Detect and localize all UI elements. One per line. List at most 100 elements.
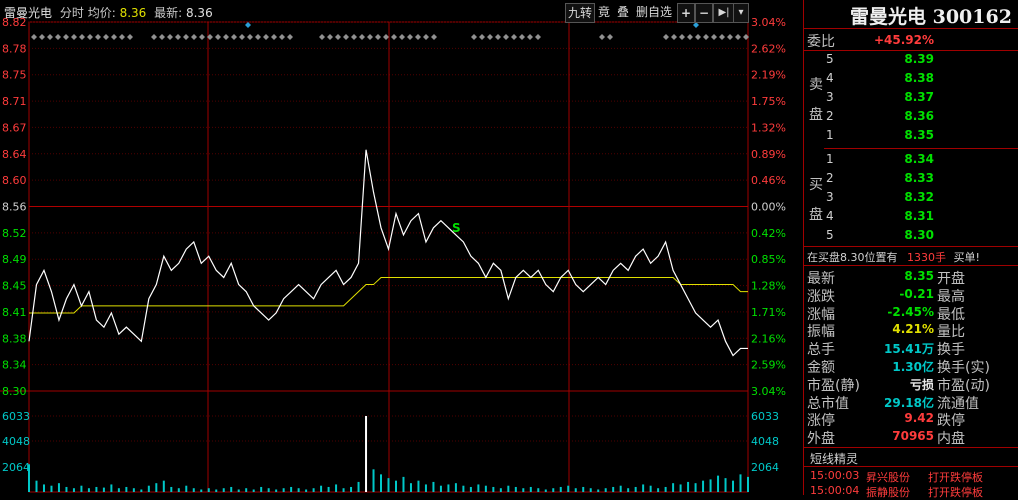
price-tick-label: 8.78 bbox=[2, 42, 27, 55]
intraday-chart-panel[interactable]: 8.82 3.04% 8.78 2.62% 8.75 2.19% 8.71 1.75% 8.67… bbox=[0, 0, 803, 495]
stat-label: 外盘 bbox=[807, 431, 835, 448]
delete-custom-label: 删自选 bbox=[636, 5, 673, 19]
signal-diamond-icon bbox=[375, 34, 381, 40]
price-tick-label: 8.45 bbox=[2, 280, 27, 293]
delete-custom-button[interactable]: 删自选 bbox=[636, 3, 672, 21]
sell-level-number: 4 bbox=[826, 71, 834, 85]
stat-value: 70965 bbox=[892, 429, 934, 444]
big-order-notice[interactable]: 在买盘8.30位置有 1330手 买单! bbox=[807, 249, 980, 265]
signal-diamond-icon bbox=[95, 34, 101, 40]
stat-value: -2.45% bbox=[887, 304, 934, 319]
signal-diamond-icon bbox=[423, 34, 429, 40]
signal-diamond-icon bbox=[471, 34, 477, 40]
chevron-down-icon: ▾ bbox=[738, 7, 744, 18]
menu-dropdown-button[interactable]: ▾ bbox=[733, 3, 749, 23]
pct-tick-label: 3.04% bbox=[751, 385, 786, 398]
signal-diamond-icon bbox=[607, 34, 613, 40]
zoom-out-button[interactable]: − bbox=[695, 3, 713, 23]
jing-button[interactable]: 竟 bbox=[598, 3, 610, 21]
pct-tick-label: 1.75% bbox=[751, 95, 786, 108]
signal-diamond-icon bbox=[31, 34, 37, 40]
sell-price: 8.35 bbox=[904, 128, 934, 142]
die-button[interactable]: 叠 bbox=[617, 3, 629, 21]
signal-diamond-icon bbox=[487, 34, 493, 40]
signal-diamond-icon bbox=[151, 34, 157, 40]
signal-diamond-icon bbox=[679, 34, 685, 40]
price-tick-label: 8.67 bbox=[2, 121, 27, 134]
sell-price: 8.38 bbox=[904, 71, 934, 85]
pct-tick-label: 0.46% bbox=[751, 174, 786, 187]
signal-diamond-icon bbox=[719, 34, 725, 40]
signal-diamond-icon bbox=[367, 34, 373, 40]
sell-level-number: 2 bbox=[826, 109, 834, 123]
jing-label: 竟 bbox=[598, 5, 611, 19]
signal-diamond-icon bbox=[103, 34, 109, 40]
signal-diamond-icon bbox=[535, 34, 541, 40]
signal-diamond-icon bbox=[63, 34, 69, 40]
signal-diamond-icon bbox=[599, 34, 605, 40]
signal-diamond-icon bbox=[711, 34, 717, 40]
jiuzhuan-button[interactable]: 九转 bbox=[565, 3, 596, 23]
volume-tick-label-right: 2064 bbox=[751, 461, 779, 474]
signal-diamond-icon bbox=[391, 34, 397, 40]
sell-price: 8.36 bbox=[904, 109, 934, 123]
sell-label-1: 卖 bbox=[809, 77, 823, 93]
buy-level-number: 3 bbox=[826, 190, 834, 204]
zoom-in-button[interactable]: + bbox=[677, 3, 695, 23]
volume-tick-label-right: 6033 bbox=[751, 410, 779, 423]
pct-tick-label: 0.89% bbox=[751, 148, 786, 161]
signal-diamond-icon bbox=[247, 34, 253, 40]
skip-end-button[interactable]: ▶| bbox=[713, 3, 735, 23]
signal-diamond-icon bbox=[87, 34, 93, 40]
price-tick-label: 8.49 bbox=[2, 253, 27, 266]
sell-price: 8.39 bbox=[904, 52, 934, 66]
header-avg-label: 均价: bbox=[87, 6, 116, 20]
signal-diamond-icon bbox=[407, 34, 413, 40]
signal-diamond-icon bbox=[239, 34, 245, 40]
short-line-title[interactable]: 短线精灵 bbox=[810, 450, 858, 467]
intraday-chart[interactable]: 8.82 3.04%8.78 2.62%8.75 2.19%8.71 1.75%8.67… bbox=[0, 0, 803, 495]
volume-tick-label-right: 4048 bbox=[751, 435, 779, 448]
volume-tick-label: 2064 bbox=[2, 461, 30, 474]
buy-level-number: 1 bbox=[826, 152, 834, 166]
price-tick-label: 8.52 bbox=[2, 227, 27, 240]
signal-diamond-icon bbox=[159, 34, 165, 40]
pct-tick-label: 1.28% bbox=[751, 280, 786, 293]
stat-label-right: 内盘 bbox=[937, 431, 965, 448]
stat-value: 8.35 bbox=[904, 269, 934, 283]
buy-level-number: 5 bbox=[826, 228, 834, 242]
signal-diamond-icon bbox=[175, 34, 181, 40]
signal-diamond-icon bbox=[383, 34, 389, 40]
short-line-time: 15:00:04 bbox=[810, 484, 860, 497]
pct-tick-label: 2.62% bbox=[751, 42, 786, 55]
pct-tick-label: 3.04% bbox=[751, 16, 786, 29]
notice-action: 买单! bbox=[953, 251, 980, 264]
buy-price: 8.30 bbox=[904, 228, 934, 242]
price-tick-label: 8.71 bbox=[2, 95, 27, 108]
signal-diamond-icon bbox=[183, 34, 189, 40]
pct-tick-label: 1.71% bbox=[751, 306, 786, 319]
short-line-stock[interactable]: 振静股份 bbox=[866, 484, 910, 500]
buy-price: 8.32 bbox=[904, 190, 934, 204]
stock-title: 雷曼光电 300162 bbox=[850, 6, 1012, 28]
pct-tick-label: 0.00% bbox=[751, 201, 786, 214]
signal-diamond-icon bbox=[255, 34, 261, 40]
sell-level-number: 3 bbox=[826, 90, 834, 104]
price-tick-label: 8.30 bbox=[2, 385, 27, 398]
signal-diamond-icon bbox=[271, 34, 277, 40]
buy-label-2: 盘 bbox=[809, 207, 823, 223]
weibi-value: +45.92% bbox=[873, 33, 934, 47]
header-stock-name: 雷曼光电 bbox=[4, 6, 53, 20]
price-tick-label: 8.41 bbox=[2, 306, 27, 319]
sell-label-2: 盘 bbox=[809, 107, 823, 123]
signal-diamond-icon bbox=[111, 34, 117, 40]
header-last-label: 最新: bbox=[154, 6, 183, 20]
signal-diamond-icon bbox=[215, 34, 221, 40]
signal-diamond-icon bbox=[343, 34, 349, 40]
signal-diamond-icon bbox=[735, 34, 741, 40]
pct-tick-label: 0.85% bbox=[751, 253, 786, 266]
price-tick-label: 8.64 bbox=[2, 148, 27, 161]
short-line-stock[interactable]: 昇兴股份 bbox=[866, 469, 910, 485]
price-tick-label: 8.60 bbox=[2, 174, 27, 187]
pct-tick-label: 0.42% bbox=[751, 227, 786, 240]
